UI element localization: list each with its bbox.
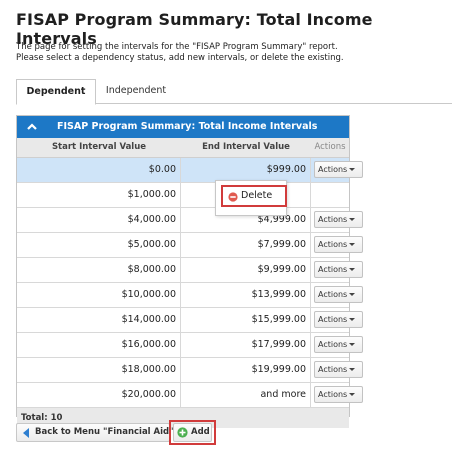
description-line-2: Please select a dependency status, add n… xyxy=(16,53,344,63)
delete-icon xyxy=(228,191,238,202)
chevron-down-icon xyxy=(349,393,356,396)
table-row[interactable]: $18,000.00 $19,999.00 Actions xyxy=(17,358,363,383)
actions-button[interactable]: Actions xyxy=(314,261,363,278)
end-interval-cell: $17,999.00 xyxy=(181,333,311,357)
table-row[interactable]: $1,000.00 xyxy=(17,183,349,208)
actions-button[interactable]: Actions xyxy=(314,311,363,328)
table-row[interactable]: $5,000.00 $7,999.00 Actions xyxy=(17,233,363,258)
actions-cell: Actions xyxy=(311,358,363,382)
actions-cell: Actions xyxy=(311,158,363,182)
actions-label: Actions xyxy=(318,290,348,299)
add-label: Add xyxy=(191,427,210,437)
actions-label: Actions xyxy=(318,315,348,324)
actions-cell xyxy=(311,183,349,207)
actions-cell: Actions xyxy=(311,233,363,257)
table-row[interactable]: $0.00 $999.00 Actions xyxy=(17,158,363,183)
table-header: Start Interval Value End Interval Value … xyxy=(17,138,349,158)
start-interval-cell: $4,000.00 xyxy=(17,208,181,232)
actions-button[interactable]: Actions xyxy=(314,211,363,228)
actions-button[interactable]: Actions xyxy=(314,286,363,303)
end-interval-cell: $9,999.00 xyxy=(181,258,311,282)
end-interval-cell: $19,999.00 xyxy=(181,358,311,382)
end-interval-cell: $999.00 xyxy=(181,158,311,182)
add-button-highlight: Add xyxy=(169,420,216,445)
start-interval-cell: $1,000.00 xyxy=(17,183,181,207)
chevron-down-icon xyxy=(349,168,356,171)
actions-cell: Actions xyxy=(311,308,363,332)
actions-label: Actions xyxy=(318,165,348,174)
chevron-up-icon[interactable] xyxy=(25,116,39,138)
actions-label: Actions xyxy=(318,390,348,399)
actions-button[interactable]: Actions xyxy=(314,336,363,353)
table-row[interactable]: $8,000.00 $9,999.00 Actions xyxy=(17,258,363,283)
bottom-toolbar: Back to Menu "Financial Aid" Add xyxy=(16,420,348,445)
column-actions: Actions xyxy=(314,142,346,152)
delete-menu-item[interactable]: Delete xyxy=(221,185,287,207)
actions-button[interactable]: Actions xyxy=(314,361,363,378)
actions-label: Actions xyxy=(318,215,348,224)
actions-cell: Actions xyxy=(311,333,363,357)
page-description: The page for setting the intervals for t… xyxy=(16,42,344,64)
start-interval-cell: $18,000.00 xyxy=(17,358,181,382)
delete-label: Delete xyxy=(241,190,273,201)
chevron-down-icon xyxy=(349,368,356,371)
chevron-down-icon xyxy=(349,293,356,296)
back-to-menu-label: Back to Menu "Financial Aid" xyxy=(35,427,174,437)
tab-independent[interactable]: Independent xyxy=(96,79,176,103)
end-interval-cell: $13,999.00 xyxy=(181,283,311,307)
actions-label: Actions xyxy=(318,340,348,349)
table-row[interactable]: $14,000.00 $15,999.00 Actions xyxy=(17,308,363,333)
column-start-interval[interactable]: Start Interval Value xyxy=(17,138,181,157)
intervals-panel: FISAP Program Summary: Total Income Inte… xyxy=(16,115,363,428)
add-icon xyxy=(177,427,188,438)
description-line-1: The page for setting the intervals for t… xyxy=(16,42,338,52)
table-row[interactable]: $10,000.00 $13,999.00 Actions xyxy=(17,283,363,308)
table-body: $0.00 $999.00 Actions $1,000.00 $4,000.00 $4,… xyxy=(17,158,363,408)
actions-cell: Actions xyxy=(311,383,363,407)
column-end-interval[interactable]: End Interval Value xyxy=(181,138,311,157)
end-interval-cell: $15,999.00 xyxy=(181,308,311,332)
table-row[interactable]: $20,000.00 and more Actions xyxy=(17,383,363,408)
start-interval-cell: $5,000.00 xyxy=(17,233,181,257)
table-row[interactable]: $4,000.00 $4,999.00 Actions xyxy=(17,208,363,233)
panel-title: FISAP Program Summary: Total Income Inte… xyxy=(57,121,318,132)
back-arrow-icon xyxy=(22,428,30,438)
panel-header: FISAP Program Summary: Total Income Inte… xyxy=(17,116,349,138)
actions-label: Actions xyxy=(318,365,348,374)
start-interval-cell: $10,000.00 xyxy=(17,283,181,307)
actions-cell: Actions xyxy=(311,208,363,232)
chevron-down-icon xyxy=(349,243,356,246)
actions-button[interactable]: Actions xyxy=(314,161,363,178)
dependency-tabs: Dependent Independent xyxy=(16,79,452,105)
actions-label: Actions xyxy=(318,265,348,274)
tab-dependent[interactable]: Dependent xyxy=(16,79,96,105)
add-button[interactable]: Add xyxy=(173,423,212,442)
chevron-down-icon xyxy=(349,218,356,221)
start-interval-cell: $8,000.00 xyxy=(17,258,181,282)
chevron-down-icon xyxy=(349,318,356,321)
actions-cell: Actions xyxy=(311,258,363,282)
actions-button[interactable]: Actions xyxy=(314,386,363,403)
chevron-down-icon xyxy=(349,268,356,271)
start-interval-cell: $16,000.00 xyxy=(17,333,181,357)
end-interval-cell: $7,999.00 xyxy=(181,233,311,257)
start-interval-cell: $20,000.00 xyxy=(17,383,181,407)
end-interval-cell: and more xyxy=(181,383,311,407)
back-to-menu-button[interactable]: Back to Menu "Financial Aid" xyxy=(16,423,174,442)
actions-cell: Actions xyxy=(311,283,363,307)
actions-dropdown-menu: Delete xyxy=(215,180,287,216)
start-interval-cell: $14,000.00 xyxy=(17,308,181,332)
actions-label: Actions xyxy=(318,240,348,249)
chevron-down-icon xyxy=(349,343,356,346)
actions-button[interactable]: Actions xyxy=(314,236,363,253)
start-interval-cell: $0.00 xyxy=(17,158,181,182)
table-row[interactable]: $16,000.00 $17,999.00 Actions xyxy=(17,333,363,358)
